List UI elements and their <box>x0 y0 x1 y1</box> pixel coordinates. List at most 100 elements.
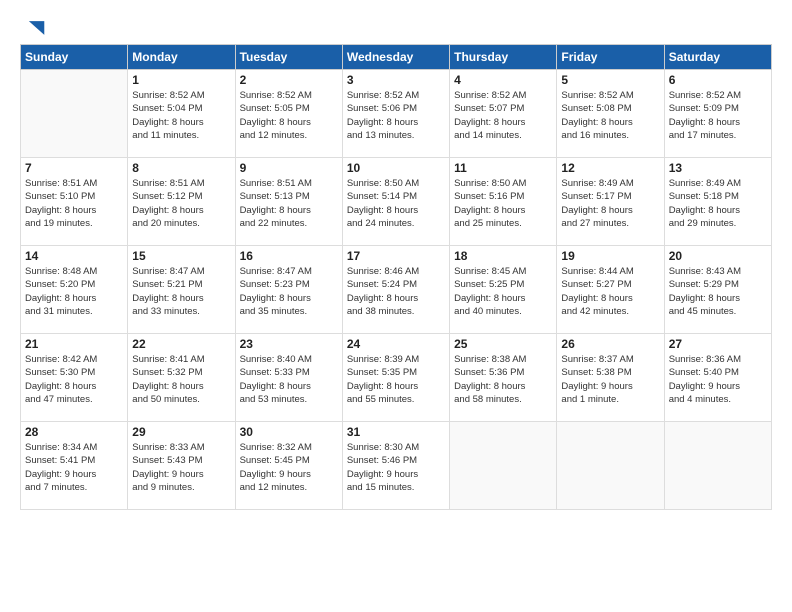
day-info: Sunrise: 8:50 AM Sunset: 5:14 PM Dayligh… <box>347 177 445 230</box>
page: SundayMondayTuesdayWednesdayThursdayFrid… <box>0 0 792 520</box>
day-number: 18 <box>454 249 552 263</box>
day-number: 23 <box>240 337 338 351</box>
day-info: Sunrise: 8:48 AM Sunset: 5:20 PM Dayligh… <box>25 265 123 318</box>
calendar-cell: 16 Sunrise: 8:47 AM Sunset: 5:23 PM Dayli… <box>235 246 342 334</box>
logo <box>20 16 46 36</box>
calendar-header-row: SundayMondayTuesdayWednesdayThursdayFrid… <box>21 45 772 70</box>
calendar-cell: 30Sunrise: 8:32 AM Sunset: 5:45 PM Dayli… <box>235 422 342 510</box>
day-header-monday: Monday <box>128 45 235 70</box>
calendar-cell: 9Sunrise: 8:51 AM Sunset: 5:13 PM Daylig… <box>235 158 342 246</box>
week-row-3: 14 Sunrise: 8:48 AM Sunset: 5:20 PM Dayli… <box>21 246 772 334</box>
day-number: 8 <box>132 161 230 175</box>
calendar-cell: 8 Sunrise: 8:51 AM Sunset: 5:12 PM Daylig… <box>128 158 235 246</box>
week-row-4: 21 Sunrise: 8:42 AM Sunset: 5:30 PM Dayli… <box>21 334 772 422</box>
day-number: 6 <box>669 73 767 87</box>
calendar-cell: 18 Sunrise: 8:45 AM Sunset: 5:25 PM Dayli… <box>450 246 557 334</box>
day-info: Sunrise: 8:33 AM Sunset: 5:43 PM Dayligh… <box>132 441 230 494</box>
calendar-cell: 2 Sunrise: 8:52 AM Sunset: 5:05 PM Daylig… <box>235 70 342 158</box>
calendar-cell: 7Sunrise: 8:51 AM Sunset: 5:10 PM Daylig… <box>21 158 128 246</box>
day-info: Sunrise: 8:52 AM Sunset: 5:07 PM Dayligh… <box>454 89 552 142</box>
calendar-cell: 12Sunrise: 8:49 AM Sunset: 5:17 PM Dayli… <box>557 158 664 246</box>
day-info: Sunrise: 8:52 AM Sunset: 5:05 PM Dayligh… <box>240 89 338 142</box>
day-number: 4 <box>454 73 552 87</box>
day-number: 1 <box>132 73 230 87</box>
day-info: Sunrise: 8:40 AM Sunset: 5:33 PM Dayligh… <box>240 353 338 406</box>
calendar-cell: 5Sunrise: 8:52 AM Sunset: 5:08 PM Daylig… <box>557 70 664 158</box>
day-number: 22 <box>132 337 230 351</box>
calendar-cell <box>664 422 771 510</box>
day-number: 21 <box>25 337 123 351</box>
day-info: Sunrise: 8:46 AM Sunset: 5:24 PM Dayligh… <box>347 265 445 318</box>
day-header-thursday: Thursday <box>450 45 557 70</box>
day-number: 3 <box>347 73 445 87</box>
calendar-cell: 24 Sunrise: 8:39 AM Sunset: 5:35 PM Dayli… <box>342 334 449 422</box>
day-info: Sunrise: 8:49 AM Sunset: 5:18 PM Dayligh… <box>669 177 767 230</box>
week-row-2: 7Sunrise: 8:51 AM Sunset: 5:10 PM Daylig… <box>21 158 772 246</box>
day-info: Sunrise: 8:47 AM Sunset: 5:21 PM Dayligh… <box>132 265 230 318</box>
day-info: Sunrise: 8:39 AM Sunset: 5:35 PM Dayligh… <box>347 353 445 406</box>
day-info: Sunrise: 8:42 AM Sunset: 5:30 PM Dayligh… <box>25 353 123 406</box>
day-number: 15 <box>132 249 230 263</box>
calendar-cell: 17 Sunrise: 8:46 AM Sunset: 5:24 PM Dayli… <box>342 246 449 334</box>
day-number: 10 <box>347 161 445 175</box>
calendar-cell: 20 Sunrise: 8:43 AM Sunset: 5:29 PM Dayli… <box>664 246 771 334</box>
calendar-cell: 1Sunrise: 8:52 AM Sunset: 5:04 PM Daylig… <box>128 70 235 158</box>
day-number: 11 <box>454 161 552 175</box>
day-number: 13 <box>669 161 767 175</box>
day-info: Sunrise: 8:32 AM Sunset: 5:45 PM Dayligh… <box>240 441 338 494</box>
day-number: 24 <box>347 337 445 351</box>
day-number: 31 <box>347 425 445 439</box>
calendar-cell <box>557 422 664 510</box>
day-number: 26 <box>561 337 659 351</box>
calendar-cell: 22 Sunrise: 8:41 AM Sunset: 5:32 PM Dayli… <box>128 334 235 422</box>
day-header-wednesday: Wednesday <box>342 45 449 70</box>
day-header-friday: Friday <box>557 45 664 70</box>
day-info: Sunrise: 8:30 AM Sunset: 5:46 PM Dayligh… <box>347 441 445 494</box>
day-info: Sunrise: 8:51 AM Sunset: 5:13 PM Dayligh… <box>240 177 338 230</box>
calendar-cell <box>450 422 557 510</box>
week-row-5: 28 Sunrise: 8:34 AM Sunset: 5:41 PM Dayli… <box>21 422 772 510</box>
day-info: Sunrise: 8:47 AM Sunset: 5:23 PM Dayligh… <box>240 265 338 318</box>
calendar-cell: 13 Sunrise: 8:49 AM Sunset: 5:18 PM Dayli… <box>664 158 771 246</box>
calendar-cell: 31 Sunrise: 8:30 AM Sunset: 5:46 PM Dayli… <box>342 422 449 510</box>
calendar-cell: 6Sunrise: 8:52 AM Sunset: 5:09 PM Daylig… <box>664 70 771 158</box>
calendar-cell: 26 Sunrise: 8:37 AM Sunset: 5:38 PM Dayli… <box>557 334 664 422</box>
calendar-cell: 4 Sunrise: 8:52 AM Sunset: 5:07 PM Daylig… <box>450 70 557 158</box>
day-info: Sunrise: 8:51 AM Sunset: 5:12 PM Dayligh… <box>132 177 230 230</box>
day-info: Sunrise: 8:52 AM Sunset: 5:08 PM Dayligh… <box>561 89 659 142</box>
day-info: Sunrise: 8:37 AM Sunset: 5:38 PM Dayligh… <box>561 353 659 406</box>
day-number: 12 <box>561 161 659 175</box>
day-number: 14 <box>25 249 123 263</box>
calendar-cell: 19 Sunrise: 8:44 AM Sunset: 5:27 PM Dayli… <box>557 246 664 334</box>
day-info: Sunrise: 8:34 AM Sunset: 5:41 PM Dayligh… <box>25 441 123 494</box>
day-number: 20 <box>669 249 767 263</box>
day-number: 16 <box>240 249 338 263</box>
day-info: Sunrise: 8:52 AM Sunset: 5:06 PM Dayligh… <box>347 89 445 142</box>
header <box>20 16 772 36</box>
day-number: 7 <box>25 161 123 175</box>
day-number: 28 <box>25 425 123 439</box>
week-row-1: 1Sunrise: 8:52 AM Sunset: 5:04 PM Daylig… <box>21 70 772 158</box>
day-header-saturday: Saturday <box>664 45 771 70</box>
day-info: Sunrise: 8:45 AM Sunset: 5:25 PM Dayligh… <box>454 265 552 318</box>
day-number: 27 <box>669 337 767 351</box>
calendar-cell: 10 Sunrise: 8:50 AM Sunset: 5:14 PM Dayli… <box>342 158 449 246</box>
day-info: Sunrise: 8:41 AM Sunset: 5:32 PM Dayligh… <box>132 353 230 406</box>
calendar-cell: 11 Sunrise: 8:50 AM Sunset: 5:16 PM Dayli… <box>450 158 557 246</box>
day-number: 2 <box>240 73 338 87</box>
calendar-cell: 25Sunrise: 8:38 AM Sunset: 5:36 PM Dayli… <box>450 334 557 422</box>
day-number: 19 <box>561 249 659 263</box>
day-number: 25 <box>454 337 552 351</box>
day-number: 29 <box>132 425 230 439</box>
day-number: 17 <box>347 249 445 263</box>
day-info: Sunrise: 8:50 AM Sunset: 5:16 PM Dayligh… <box>454 177 552 230</box>
day-info: Sunrise: 8:44 AM Sunset: 5:27 PM Dayligh… <box>561 265 659 318</box>
day-info: Sunrise: 8:43 AM Sunset: 5:29 PM Dayligh… <box>669 265 767 318</box>
calendar-cell: 29 Sunrise: 8:33 AM Sunset: 5:43 PM Dayli… <box>128 422 235 510</box>
calendar-cell: 21 Sunrise: 8:42 AM Sunset: 5:30 PM Dayli… <box>21 334 128 422</box>
calendar: SundayMondayTuesdayWednesdayThursdayFrid… <box>20 44 772 510</box>
calendar-cell: 28 Sunrise: 8:34 AM Sunset: 5:41 PM Dayli… <box>21 422 128 510</box>
day-info: Sunrise: 8:36 AM Sunset: 5:40 PM Dayligh… <box>669 353 767 406</box>
calendar-cell: 14 Sunrise: 8:48 AM Sunset: 5:20 PM Dayli… <box>21 246 128 334</box>
calendar-cell: 27 Sunrise: 8:36 AM Sunset: 5:40 PM Dayli… <box>664 334 771 422</box>
